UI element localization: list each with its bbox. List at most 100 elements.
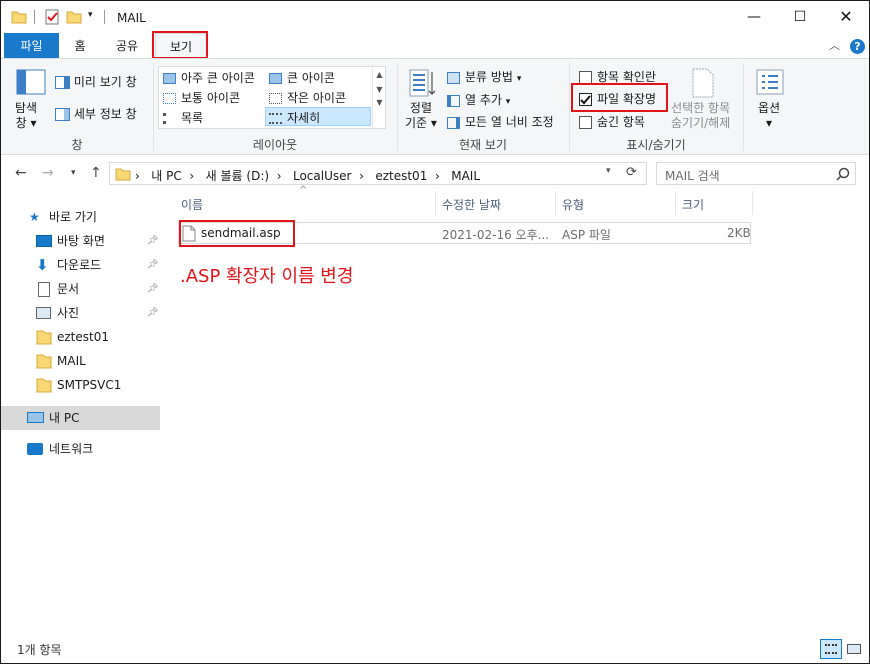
breadcrumb-item[interactable]: eztest01 xyxy=(375,169,427,183)
layout-item-label: 작은 아이콘 xyxy=(287,91,347,105)
sidebar-item-mail[interactable]: MAIL xyxy=(1,349,160,373)
sidebar-item-label: eztest01 xyxy=(57,330,109,344)
layout-item-label: 자세히 xyxy=(287,111,321,125)
layout-medium-icons[interactable]: 보통 아이콘 xyxy=(163,89,240,106)
breadcrumb-separator[interactable]: › xyxy=(359,169,364,183)
tab-home[interactable]: 홈 xyxy=(63,33,97,59)
layout-details[interactable]: 자세히 xyxy=(265,107,371,126)
highlight-box-file-extensions xyxy=(571,83,668,112)
add-columns-button[interactable]: 열 추가 ▾ xyxy=(447,91,510,108)
address-bar[interactable]: › 내 PC › 새 볼륨 (D:) › LocalUser › eztest0… xyxy=(109,162,647,185)
sidebar-item-desktop[interactable]: 바탕 화면 📌︎ xyxy=(1,229,160,253)
group-label-show-hide: 표시/숨기기 xyxy=(626,138,686,152)
layout-list[interactable]: 목록 xyxy=(163,109,203,126)
sidebar-item-label: SMTPSVC1 xyxy=(57,378,122,392)
sort-by-button[interactable]: 정렬 기준 ▾ xyxy=(405,101,437,131)
layout-extra-large-icons[interactable]: 아주 큰 아이콘 xyxy=(163,69,255,86)
hidden-items-toggle[interactable]: 숨긴 항목 xyxy=(579,113,645,130)
download-icon: ⬇ xyxy=(36,256,49,274)
add-columns-icon xyxy=(447,94,460,107)
navigation-pane-button[interactable]: 탐색 창 ▾ xyxy=(15,101,37,131)
expand-gallery-icon[interactable]: ▼ xyxy=(373,98,386,107)
small-icons-icon xyxy=(269,93,282,104)
hide-selected-button[interactable]: 선택한 항목 숨기기/해제 xyxy=(671,101,730,131)
layout-gallery-scroll[interactable]: ▲ ▼ ▼ xyxy=(372,67,386,128)
explorer-window: ▾ MAIL — ☐ ✕ 파일 홈 공유 보기 ︿ ? 탐색 창 ▾ 미리 보기 … xyxy=(0,0,870,664)
pin-icon[interactable]: 📌︎ xyxy=(147,301,158,325)
dropdown-arrow-icon: ▾ xyxy=(516,74,522,84)
group-label-current-view: 현재 보기 xyxy=(459,138,507,152)
sidebar-item-network[interactable]: 네트워크 xyxy=(1,437,160,461)
column-header-modified[interactable]: 수정한 날짜 xyxy=(442,196,501,213)
properties-icon[interactable] xyxy=(44,9,60,25)
scroll-up-icon[interactable]: ▲ xyxy=(373,70,386,79)
status-bar: 1개 항목 xyxy=(1,636,869,663)
tab-file[interactable]: 파일 xyxy=(4,33,59,59)
network-icon xyxy=(27,443,43,455)
layout-large-icons[interactable]: 큰 아이콘 xyxy=(269,69,335,86)
group-by-label: 분류 방법 xyxy=(465,70,513,84)
details-view-button[interactable] xyxy=(820,639,842,659)
back-arrow-icon[interactable]: ← xyxy=(15,165,27,181)
search-box[interactable]: MAIL 검색 xyxy=(656,162,856,185)
layout-small-icons[interactable]: 작은 아이콘 xyxy=(269,89,346,106)
large-icons-icon xyxy=(269,73,282,84)
address-history-icon[interactable]: ▾ xyxy=(606,166,611,176)
group-by-button[interactable]: 분류 방법 ▾ xyxy=(447,68,521,85)
preview-pane-button[interactable]: 미리 보기 창 xyxy=(55,73,137,90)
breadcrumb-item[interactable]: 내 PC xyxy=(151,169,181,183)
forward-arrow-icon[interactable]: → xyxy=(42,165,54,181)
breadcrumb-item[interactable]: 새 볼륨 (D:) xyxy=(206,169,269,183)
layout-item-label: 보통 아이콘 xyxy=(181,91,241,105)
sidebar-item-label: 다운로드 xyxy=(57,258,102,272)
column-header-size[interactable]: 크기 xyxy=(682,196,704,213)
sidebar-item-smtpsvc1[interactable]: SMTPSVC1 xyxy=(1,373,160,397)
column-divider[interactable] xyxy=(752,191,753,215)
scroll-down-icon[interactable]: ▼ xyxy=(373,85,386,94)
pin-icon[interactable]: 📌︎ xyxy=(147,253,158,277)
large-icons-view-icon xyxy=(847,644,861,654)
options-label: 옵션 xyxy=(758,101,781,115)
maximize-button[interactable]: ☐ xyxy=(777,1,823,33)
pin-icon[interactable]: 📌︎ xyxy=(147,277,158,301)
sidebar-item-downloads[interactable]: ⬇ 다운로드 📌︎ xyxy=(1,253,160,277)
sidebar-item-documents[interactable]: 문서 📌︎ xyxy=(1,277,160,301)
navigation-pane: ★ 바로 가기 바탕 화면 📌︎ ⬇ 다운로드 📌︎ 문서 📌︎ 사진 📌︎ e… xyxy=(1,191,161,631)
collapse-ribbon-icon[interactable]: ︿ xyxy=(829,37,840,53)
details-pane-button[interactable]: 세부 정보 창 xyxy=(55,105,137,122)
column-header-type[interactable]: 유형 xyxy=(562,196,584,213)
breadcrumb-separator[interactable]: › xyxy=(189,169,194,183)
checkbox[interactable] xyxy=(579,116,592,129)
fit-columns-button[interactable]: 모든 열 너비 조정 xyxy=(447,113,554,130)
column-divider[interactable] xyxy=(555,191,556,215)
close-button[interactable]: ✕ xyxy=(823,1,869,33)
breadcrumb-separator[interactable]: › xyxy=(435,169,440,183)
column-divider[interactable] xyxy=(435,191,436,215)
separator xyxy=(34,10,35,24)
help-icon[interactable]: ? xyxy=(850,39,865,54)
recent-locations-icon[interactable]: ▾ xyxy=(71,168,76,178)
breadcrumb-separator[interactable]: › xyxy=(277,169,282,183)
details-pane-icon xyxy=(55,108,70,121)
up-arrow-icon[interactable]: ↑ xyxy=(90,165,102,181)
sidebar-item-eztest01[interactable]: eztest01 xyxy=(1,325,160,349)
options-button[interactable]: 옵션 ▾ xyxy=(758,101,780,131)
sidebar-item-this-pc[interactable]: 내 PC xyxy=(1,406,160,430)
pin-icon[interactable]: 📌︎ xyxy=(147,229,158,253)
column-header-name[interactable]: 이름 xyxy=(181,196,203,213)
sidebar-item-pictures[interactable]: 사진 📌︎ xyxy=(1,301,160,325)
refresh-icon[interactable]: ⟳ xyxy=(626,165,637,180)
tab-share[interactable]: 공유 xyxy=(105,33,149,59)
breadcrumb-item[interactable]: LocalUser xyxy=(293,169,351,183)
customize-toolbar-icon[interactable]: ▾ xyxy=(88,10,93,20)
minimize-button[interactable]: — xyxy=(731,1,777,33)
sidebar-item-quick-access[interactable]: ★ 바로 가기 xyxy=(1,205,160,229)
hide-selected-label-line2: 숨기기/해제 xyxy=(671,116,731,130)
column-divider[interactable] xyxy=(675,191,676,215)
new-folder-icon[interactable] xyxy=(66,9,82,25)
sort-by-icon xyxy=(409,69,435,97)
large-icons-view-button[interactable] xyxy=(844,639,866,659)
breadcrumb-item[interactable]: MAIL xyxy=(451,169,480,183)
search-input[interactable]: MAIL 검색 xyxy=(665,167,720,184)
layout-item-label: 아주 큰 아이콘 xyxy=(181,71,255,85)
